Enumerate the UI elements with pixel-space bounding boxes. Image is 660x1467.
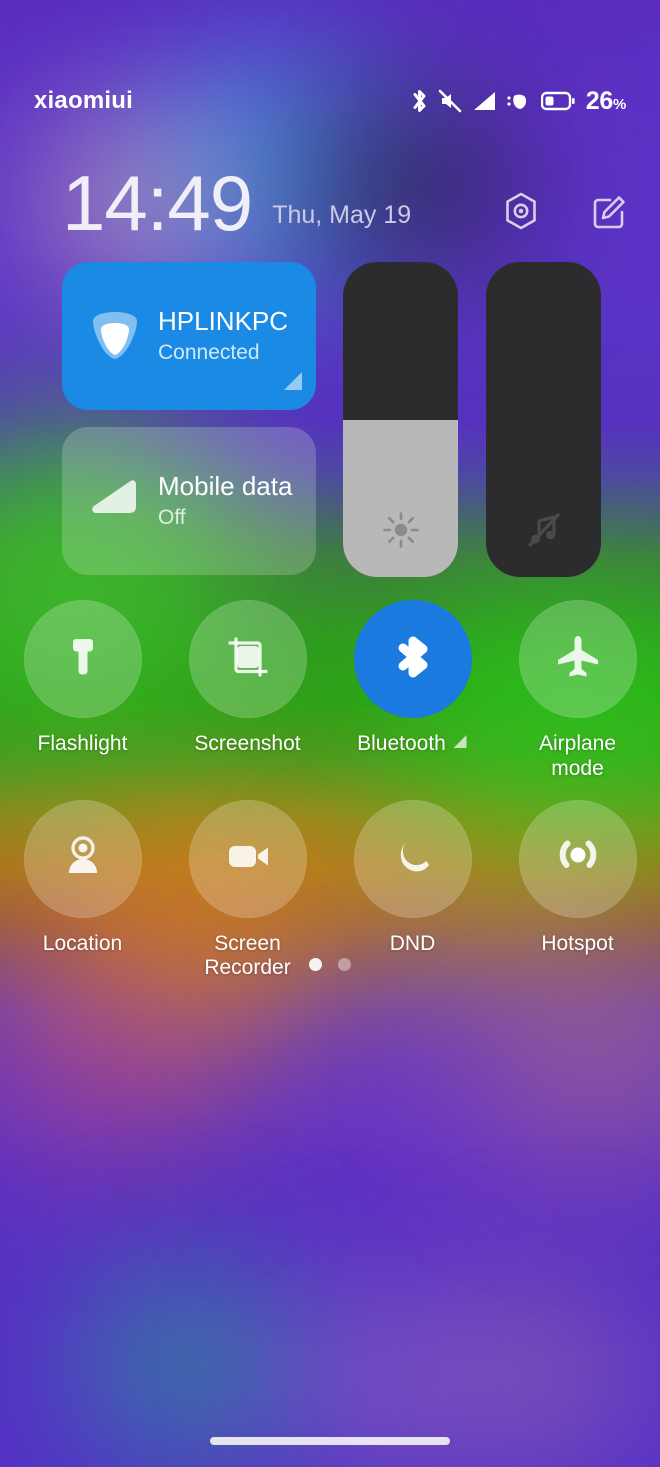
home-indicator[interactable] — [210, 1437, 450, 1445]
mobile-data-card[interactable]: Mobile data Off — [62, 427, 316, 575]
mobile-data-status: Off — [158, 505, 186, 529]
airplane-icon — [550, 629, 606, 690]
page-dot-2[interactable] — [338, 958, 351, 971]
toggle-airplane-mode-label: Airplane mode — [538, 732, 617, 780]
battery-icon — [540, 91, 575, 111]
clock-date: Thu, May 19 — [272, 201, 412, 229]
mute-icon — [438, 89, 462, 113]
toggle-airplane-mode-circle[interactable] — [518, 600, 637, 718]
wifi-expand-arrow-icon[interactable] — [280, 369, 304, 398]
mobile-data-card-text: Mobile data Off — [158, 470, 293, 530]
quick-settings-top-panel: HPLINKPC Connected Mobile data Off — [0, 262, 660, 582]
toggle-bluetooth-circle[interactable] — [353, 600, 472, 718]
edit-icon[interactable] — [588, 190, 630, 232]
toggle-hotspot-label: Hotspot — [541, 931, 614, 955]
moon-icon — [385, 828, 441, 889]
wifi-icon — [84, 307, 146, 365]
bluetooth-expand-arrow-icon[interactable] — [451, 732, 468, 757]
carrier-label: xiaomiui — [34, 87, 133, 114]
wifi-card-text: HPLINKPC Connected — [158, 305, 289, 365]
toggle-screen-recorder-label: Screen Recorder — [204, 931, 291, 980]
brightness-slider[interactable] — [343, 262, 458, 577]
toggle-dnd[interactable]: DND — [330, 799, 495, 982]
hotspot-icon — [550, 828, 606, 889]
toggle-screenshot-circle[interactable] — [188, 600, 307, 718]
settings-hexagon-icon[interactable] — [500, 190, 542, 232]
toggle-screen-recorder-circle[interactable] — [188, 799, 307, 918]
brightness-sun-icon — [343, 509, 458, 551]
quick-toggle-grid: Flashlight Screenshot Bluetooth Airplane… — [0, 600, 660, 981]
clock-time: 14:49 — [62, 158, 253, 247]
bluetooth-icon — [385, 629, 441, 690]
toggle-location[interactable]: Location — [0, 799, 165, 982]
toggle-bluetooth[interactable]: Bluetooth — [330, 600, 495, 782]
flashlight-icon — [55, 629, 111, 690]
page-indicator — [0, 958, 660, 971]
toggle-flashlight-label: Flashlight — [37, 732, 128, 755]
toggle-dnd-label: DND — [389, 931, 436, 955]
screenshot-icon — [220, 629, 276, 690]
system-icons: 26% — [411, 25, 626, 116]
mobile-data-icon — [84, 476, 146, 526]
toggle-hotspot[interactable]: Hotspot — [495, 799, 660, 982]
volume-slider[interactable] — [486, 262, 601, 577]
toggle-location-circle[interactable] — [23, 799, 142, 918]
header-actions — [500, 174, 630, 232]
wifi-status: Connected — [158, 340, 260, 364]
wifi-ssid: HPLINKPC — [158, 305, 289, 336]
wallpaper-blob-tan-bottom — [450, 1285, 640, 1465]
toggle-flashlight[interactable]: Flashlight — [0, 600, 165, 782]
screen-recorder-icon — [220, 828, 276, 889]
toggle-dnd-circle[interactable] — [353, 799, 472, 918]
toggle-hotspot-circle[interactable] — [518, 799, 637, 918]
toggle-flashlight-circle[interactable] — [23, 600, 142, 718]
signal-bars-icon — [471, 90, 497, 112]
mobile-data-title: Mobile data — [158, 470, 293, 501]
battery-percent-label: 26% — [585, 86, 627, 115]
location-person-icon — [55, 828, 111, 889]
clock-header: 14:49 Thu, May 19 — [0, 150, 660, 255]
bluetooth-icon — [411, 88, 429, 114]
page-dot-1[interactable] — [309, 958, 322, 971]
toggle-airplane-mode[interactable]: Airplane mode — [495, 600, 660, 782]
volume-muted-note-icon — [486, 509, 601, 551]
toggle-bluetooth-label: Bluetooth — [357, 732, 468, 757]
wifi-card[interactable]: HPLINKPC Connected — [62, 262, 316, 410]
brightness-slider-fill — [343, 419, 458, 577]
toggle-screen-recorder[interactable]: Screen Recorder — [165, 799, 330, 982]
signal-strength-icon — [506, 90, 532, 112]
toggle-location-label: Location — [42, 931, 123, 955]
toggle-screenshot-label: Screenshot — [194, 732, 301, 755]
toggle-screenshot[interactable]: Screenshot — [165, 600, 330, 782]
status-bar: xiaomiui 26% — [0, 0, 660, 140]
wallpaper-blob-teal-bottom — [80, 1270, 290, 1460]
